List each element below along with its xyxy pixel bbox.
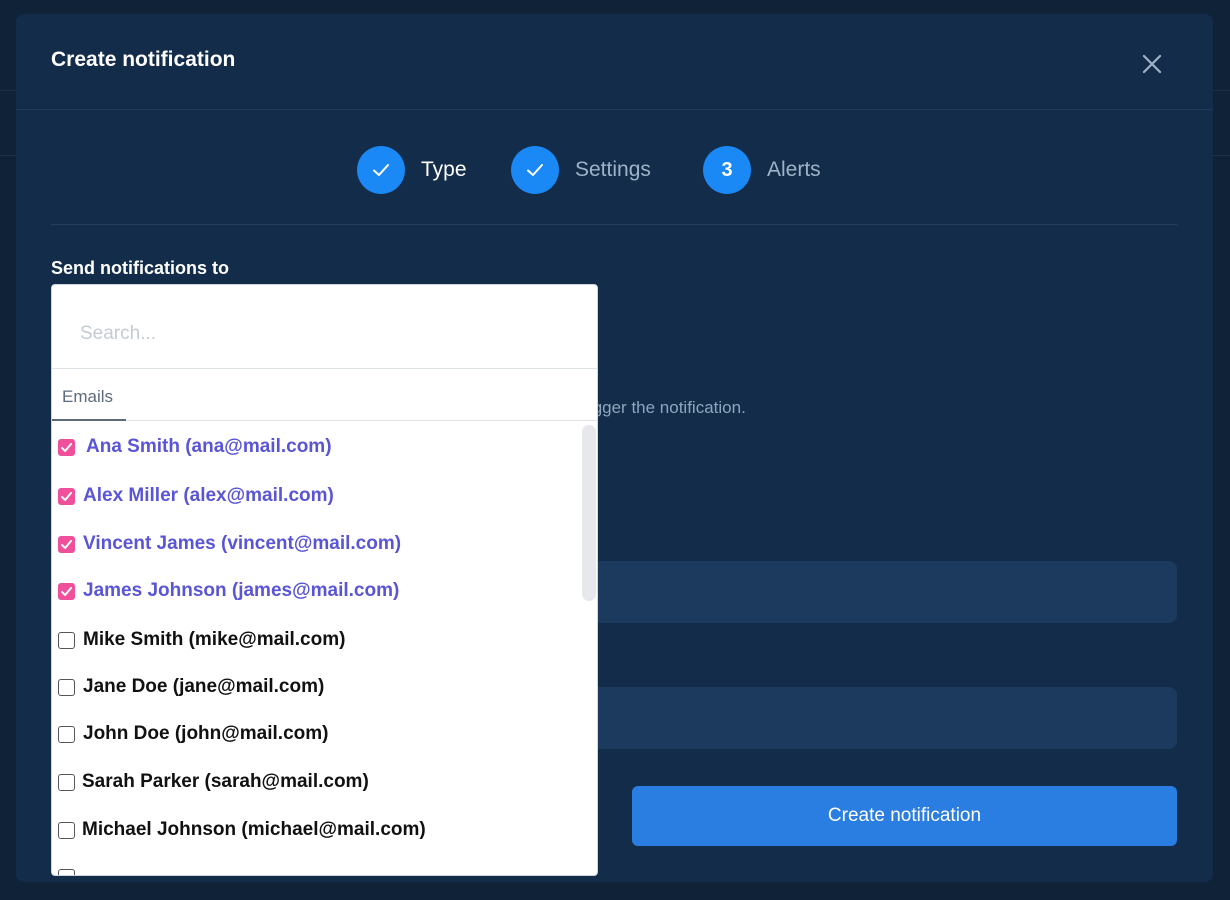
list-item[interactable]: James Johnson (james@mail.com)	[58, 571, 399, 611]
checkbox[interactable]	[58, 487, 75, 505]
list-item[interactable]: Vincent James (vincent@mail.com)	[58, 524, 401, 564]
step-label: Type	[421, 158, 467, 181]
list-item[interactable]: Sarah Parker (sarah@mail.com)	[58, 762, 369, 802]
list-item[interactable]: Ana Smith (ana@mail.com)	[58, 427, 332, 467]
step-number: 3	[703, 146, 751, 194]
list-item[interactable]: John Doe (john@mail.com)	[58, 714, 328, 754]
checkbox[interactable]	[58, 725, 75, 743]
list-item-label: Michael Johnson (michael@mail.com)	[82, 819, 426, 840]
check-icon	[527, 164, 543, 176]
list-item[interactable]: Mike Smith (mike@mail.com)	[58, 620, 345, 660]
close-button[interactable]	[1138, 50, 1166, 78]
list-item-label: Vincent James (vincent@mail.com)	[83, 533, 402, 554]
step-label: Alerts	[767, 158, 821, 181]
list-item-label: Sarah Parker (sarah@mail.com)	[82, 771, 369, 792]
list-item[interactable]: Jane Doe (jane@mail.com)	[58, 667, 324, 707]
list-item-label: John Doe (john@mail.com)	[83, 723, 329, 744]
checkbox[interactable]	[58, 678, 75, 696]
check-icon	[61, 442, 72, 452]
list-item-label: Ana Smith (ana@mail.com)	[86, 436, 332, 457]
list-item[interactable]: Alex Miller (alex@mail.com)	[58, 476, 334, 516]
modal-header: Create notification	[16, 14, 1213, 110]
recipients-list: Ana Smith (ana@mail.com) Alex Miller (al…	[52, 421, 597, 875]
dropdown-tabs: Emails	[52, 369, 597, 421]
list-scrollbar[interactable]	[582, 425, 596, 601]
check-icon	[61, 539, 72, 549]
checkbox[interactable]	[58, 868, 75, 875]
tab-emails[interactable]: Emails	[52, 369, 126, 421]
list-item-label: Jane Doe (jane@mail.com)	[83, 676, 325, 697]
step-alerts[interactable]: 3 Alerts	[703, 146, 821, 194]
list-item-label: Alex Miller (alex@mail.com)	[83, 485, 334, 506]
step-circle	[511, 146, 559, 194]
check-icon	[61, 586, 72, 596]
input-field[interactable]	[536, 561, 1177, 623]
close-icon	[1142, 54, 1162, 74]
checkbox[interactable]	[58, 582, 75, 600]
list-item[interactable]: Michael Johnson (michael@mail.com)	[58, 810, 426, 850]
check-icon	[373, 164, 389, 176]
checkbox[interactable]	[58, 535, 75, 553]
checkbox[interactable]	[58, 631, 75, 649]
recipients-label: Send notifications to	[51, 258, 229, 278]
recipients-dropdown: Emails Ana Smith (ana@mail.com) Alex Mil…	[51, 284, 598, 876]
input-field[interactable]	[536, 687, 1177, 749]
search-wrapper	[52, 285, 597, 369]
stepper-divider	[51, 224, 1177, 225]
list-item-label: James Johnson (james@mail.com)	[83, 580, 400, 601]
step-label: Settings	[575, 158, 651, 181]
checkbox[interactable]	[58, 821, 75, 839]
checkbox[interactable]	[58, 438, 75, 456]
checkbox[interactable]	[58, 773, 75, 791]
check-icon	[61, 491, 72, 501]
step-circle	[357, 146, 405, 194]
search-input[interactable]	[80, 319, 560, 349]
list-item-label: Mike Smith (mike@mail.com)	[83, 629, 346, 650]
modal-title: Create notification	[51, 48, 236, 71]
list-item-partial[interactable]	[58, 857, 75, 875]
step-type[interactable]: Type	[357, 146, 467, 194]
stepper: Type Settings 3 Alerts	[16, 146, 1213, 196]
create-notification-button[interactable]: Create notification	[632, 786, 1177, 846]
step-settings[interactable]: Settings	[511, 146, 651, 194]
